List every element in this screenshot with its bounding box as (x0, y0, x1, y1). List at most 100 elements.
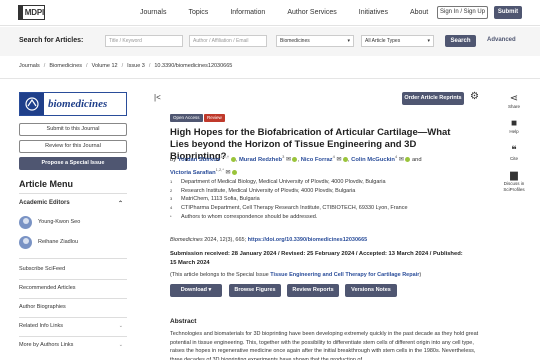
share-icon: ⋖ (509, 93, 519, 104)
affiliation-item: * Authors to whom correspondence should b… (170, 213, 470, 222)
help-icon: ■ (510, 118, 518, 129)
editor-item[interactable]: Reihane Ziadlou (19, 235, 127, 249)
nav-link-information[interactable]: Information (230, 9, 265, 16)
breadcrumb-journals[interactable]: Journals (19, 63, 40, 69)
email-icon[interactable]: ✉ (399, 157, 404, 163)
search-button[interactable]: Search (445, 35, 476, 47)
more-by-authors-label: More by Authors Links (19, 342, 74, 348)
breadcrumb: Journals / Biomedicines / Volume 12/Issue 3/… (19, 63, 232, 69)
share-action[interactable]: ⋖ Share (500, 93, 528, 110)
nav-link-initiatives[interactable]: Initiatives (359, 9, 388, 16)
affiliation-text: CTIPharma Department, Cell Therapy Resea… (181, 205, 408, 212)
mdpi-logo[interactable]: MDPI (18, 5, 45, 20)
related-info-links-label: Related Info Links (19, 323, 64, 329)
download-label: Download (180, 287, 207, 293)
related-info-links[interactable]: Related Info Links ⌄ (19, 323, 127, 329)
orcid-icon[interactable] (342, 156, 348, 162)
nav-link-topics[interactable]: Topics (188, 9, 208, 16)
browse-figures-button[interactable]: Browse Figures (229, 284, 281, 297)
cite-action[interactable]: ❝ Cite (500, 145, 528, 162)
orcid-icon[interactable] (405, 156, 411, 162)
email-icon[interactable]: ✉ (226, 170, 231, 176)
open-access-badge: Open Access (170, 114, 203, 122)
review-for-journal-button[interactable]: Review for this Journal (19, 140, 127, 153)
journal-select-value: Biomedicines (280, 38, 310, 44)
special-issue-suffix: ) (419, 272, 422, 278)
chevron-up-icon: ⌃ (117, 201, 123, 207)
author-affiliation-ref: 4 (394, 154, 398, 159)
affiliation-item: 3 MatriChem, 1113 Sofia, Bulgaria (170, 195, 470, 204)
discuss-icon: ▆ (510, 170, 518, 181)
author-biographies-link[interactable]: Author Biographies (19, 304, 127, 310)
orcid-icon[interactable] (292, 156, 298, 162)
author-affiliation-input[interactable]: Author / Affiliation / Email (189, 35, 267, 47)
journal-select[interactable]: Biomedicines ▾ (276, 35, 354, 47)
subscribe-scifeed-link[interactable]: Subscribe SciFeed (19, 266, 127, 272)
menu-divider (19, 279, 127, 280)
help-label: Help (509, 129, 519, 134)
journal-banner[interactable]: biomedicines (19, 92, 127, 116)
orcid-icon[interactable] (230, 156, 236, 162)
nav-link-about[interactable]: About (410, 9, 428, 16)
email-icon[interactable]: ✉ (336, 157, 341, 163)
review-badge: Review (204, 114, 225, 122)
by-label: by (170, 156, 177, 163)
biomedicines-logo-icon (20, 93, 44, 115)
author-link[interactable]: Victoria Sarafian (170, 170, 216, 176)
author-link[interactable]: Colin McGuckin (351, 157, 395, 163)
author-link[interactable]: Yordan Sbirkov (178, 157, 220, 163)
search-label: Search for Articles: (19, 37, 84, 44)
breadcrumb-doi: 10.3390/biomedicines12030665 (154, 63, 233, 69)
author-affiliation-ref: 4 (332, 154, 335, 159)
chevron-down-icon: ▾ (347, 38, 350, 44)
editor-name: Young-Kwon Seo (38, 219, 81, 225)
special-issue-link[interactable]: Tissue Engineering and Cell Therapy for … (270, 272, 419, 278)
and-label: and (411, 156, 422, 163)
menu-divider (19, 193, 127, 194)
orcid-icon[interactable] (232, 169, 237, 175)
article-type-select[interactable]: All Article Types ▾ (361, 35, 434, 47)
article-type-select-value: All Article Types (365, 38, 401, 44)
top-navigation: MDPI Journals Topics Information Author … (0, 0, 540, 26)
title-keyword-input[interactable]: Title / Keyword (105, 35, 183, 47)
affiliation-text: MatriChem, 1113 Sofia, Bulgaria (181, 196, 260, 203)
citation-line: Biomedicines 2024, 12(3), 665; https://d… (170, 237, 367, 243)
nav-link-author-services[interactable]: Author Services (287, 9, 336, 16)
editor-item[interactable]: Young-Kwon Seo (19, 215, 127, 229)
affiliation-item: 1 Department of Medical Biology, Medical … (170, 178, 470, 187)
gear-icon[interactable]: ⚙ (470, 91, 479, 102)
abstract-text: Technologies and biomaterials for 3D bio… (170, 331, 479, 360)
doi-link[interactable]: https://doi.org/10.3390/biomedicines1203… (248, 237, 368, 243)
help-action[interactable]: ■ Help (500, 118, 528, 135)
author-link[interactable]: Nico Forraz (301, 157, 333, 163)
affiliation-number: * (170, 213, 172, 219)
affiliation-item: 4 CTIPharma Department, Cell Therapy Rese… (170, 204, 470, 213)
discuss-action[interactable]: ▆ Discuss in SciProfiles (500, 170, 528, 193)
collapse-sidebar-icon[interactable]: |< (154, 93, 161, 102)
versions-notes-button[interactable]: Versions Notes (345, 284, 397, 297)
breadcrumb-separator: / (121, 63, 124, 69)
order-reprints-button[interactable]: Order Article Reprints (402, 92, 464, 105)
author-link[interactable]: Murad Redzheb (239, 157, 282, 163)
affiliation-text: Authors to whom correspondence should be… (181, 213, 318, 220)
download-button[interactable]: Download ▾ (170, 284, 222, 297)
menu-divider (19, 298, 127, 299)
advanced-search-link[interactable]: Advanced (487, 37, 516, 43)
more-by-authors-links[interactable]: More by Authors Links ⌄ (19, 342, 127, 348)
review-reports-button[interactable]: Review Reports (287, 284, 339, 297)
submit-to-journal-button[interactable]: Submit to this Journal (19, 123, 127, 136)
recommended-articles-link[interactable]: Recommended Articles (19, 285, 127, 291)
propose-special-issue-button[interactable]: Propose a Special Issue (19, 157, 127, 170)
affiliations: 1 Department of Medical Biology, Medical … (170, 178, 470, 222)
academic-editors-header[interactable]: Academic Editors ⌃ (19, 200, 127, 207)
breadcrumb-issue[interactable]: Issue 3 (127, 63, 145, 69)
cite-label: Cite (509, 156, 518, 161)
submit-button[interactable]: Submit (494, 6, 522, 19)
breadcrumb-volume[interactable]: Volume 12 (92, 63, 118, 69)
nav-link-journals[interactable]: Journals (140, 9, 166, 16)
email-icon[interactable]: ✉ (286, 157, 291, 163)
sign-in-button[interactable]: Sign In / Sign Up (437, 6, 488, 19)
avatar (19, 235, 32, 249)
affiliation-number: 2 (170, 187, 173, 193)
breadcrumb-biomedicines[interactable]: Biomedicines (49, 63, 82, 69)
